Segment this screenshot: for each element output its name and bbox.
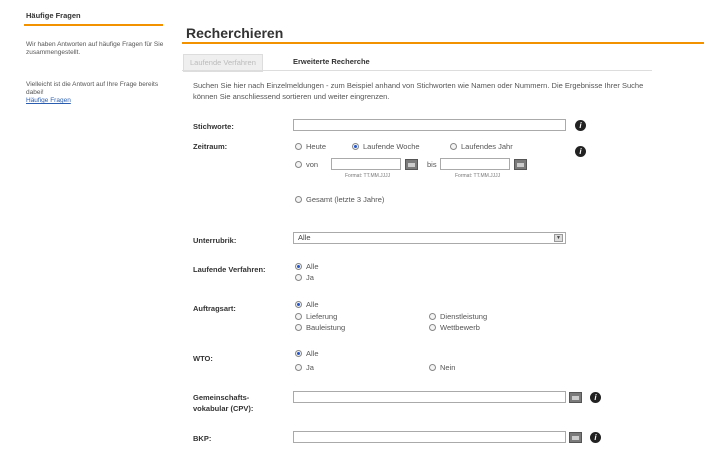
option-label: Alle xyxy=(306,300,319,309)
info-icon[interactable]: i xyxy=(575,146,586,157)
zeitraum-option-jahr[interactable]: Laufendes Jahr xyxy=(450,142,513,151)
bis-date-input[interactable] xyxy=(440,158,510,170)
radio-icon xyxy=(429,363,436,371)
info-icon[interactable]: i xyxy=(575,120,586,131)
zeitraum-option-heute[interactable]: Heute xyxy=(295,142,326,151)
option-label: Ja xyxy=(306,273,314,282)
bkp-label: BKP: xyxy=(193,434,212,443)
radio-icon xyxy=(295,323,302,331)
radio-icon xyxy=(450,142,457,150)
unterrubrik-select[interactable]: Alle ▼ xyxy=(293,232,566,244)
calendar-icon[interactable] xyxy=(405,159,418,170)
sidebar-title: Häufige Fragen xyxy=(26,11,81,20)
radio-selected-icon xyxy=(295,300,302,308)
cpv-picker-icon[interactable] xyxy=(569,392,582,403)
laufende-option-alle[interactable]: Alle xyxy=(295,262,319,271)
wto-option-ja[interactable]: Ja xyxy=(295,363,314,372)
option-label: Alle xyxy=(306,349,319,358)
option-label: Ja xyxy=(306,363,314,372)
radio-icon xyxy=(295,195,302,203)
radio-icon xyxy=(295,363,302,371)
zeitraum-option-gesamt[interactable]: Gesamt (letzte 3 Jahre) xyxy=(295,195,384,204)
page-title: Recherchieren xyxy=(186,25,284,41)
auftragsart-option-lieferung[interactable]: Lieferung xyxy=(295,312,337,321)
wto-option-nein[interactable]: Nein xyxy=(429,363,455,372)
info-icon[interactable]: i xyxy=(590,432,601,443)
tab-erweiterte-recherche[interactable]: Erweiterte Recherche xyxy=(287,54,376,70)
auftragsart-option-wettbewerb[interactable]: Wettbewerb xyxy=(429,323,480,332)
option-label: Alle xyxy=(306,262,319,271)
option-label: Lieferung xyxy=(306,312,338,321)
radio-icon xyxy=(295,312,302,320)
auftragsart-label: Auftragsart: xyxy=(193,304,236,313)
bkp-input[interactable] xyxy=(293,431,566,443)
sidebar-divider xyxy=(24,24,163,26)
option-label: Heute xyxy=(306,142,327,151)
zeitraum-label: Zeitraum: xyxy=(193,142,228,151)
unterrubrik-label: Unterrubrik: xyxy=(193,236,237,245)
bis-format-hint: Format: TT.MM.JJJJ xyxy=(455,173,501,179)
bkp-picker-icon[interactable] xyxy=(569,432,582,443)
option-label: Bauleistung xyxy=(306,323,346,332)
radio-icon xyxy=(429,323,436,331)
calendar-icon[interactable] xyxy=(514,159,527,170)
intro-text: Suchen Sie hier nach Einzelmeldungen - z… xyxy=(193,81,644,101)
radio-selected-icon xyxy=(295,262,302,270)
radio-selected-icon xyxy=(352,142,359,150)
cpv-input[interactable] xyxy=(293,391,566,403)
radio-icon xyxy=(295,142,302,150)
von-format-hint: Format: TT.MM.JJJJ xyxy=(345,173,391,179)
option-label: Laufendes Jahr xyxy=(461,142,513,151)
title-divider xyxy=(182,42,704,44)
select-value: Alle xyxy=(298,233,311,242)
stichworte-label: Stichworte: xyxy=(193,122,234,131)
radio-icon xyxy=(295,160,302,168)
zeitraum-option-woche[interactable]: Laufende Woche xyxy=(352,142,420,151)
wto-option-alle[interactable]: Alle xyxy=(295,349,319,358)
stichworte-input[interactable] xyxy=(293,119,566,131)
sidebar-text-1: Wir haben Antworten auf häufige Fragen f… xyxy=(26,41,164,56)
cpv-label-line1: Gemeinschafts- xyxy=(193,393,250,402)
auftragsart-option-bauleistung[interactable]: Bauleistung xyxy=(295,323,345,332)
bis-label: bis xyxy=(427,160,437,169)
auftragsart-option-alle[interactable]: Alle xyxy=(295,300,319,309)
tab-baseline xyxy=(182,70,652,71)
option-label: Nein xyxy=(440,363,456,372)
cpv-label-line2: vokabular (CPV): xyxy=(193,404,254,413)
info-icon[interactable]: i xyxy=(590,392,601,403)
faq-link[interactable]: Häufige Fragen xyxy=(26,97,71,104)
zeitraum-option-von[interactable]: von xyxy=(295,160,318,169)
radio-icon xyxy=(429,312,436,320)
option-label: Gesamt (letzte 3 Jahre) xyxy=(306,195,385,204)
option-label: Laufende Woche xyxy=(363,142,420,151)
laufende-option-ja[interactable]: Ja xyxy=(295,273,314,282)
radio-selected-icon xyxy=(295,349,302,357)
option-label: Wettbewerb xyxy=(440,323,480,332)
radio-icon xyxy=(295,273,302,281)
laufende-verfahren-label: Laufende Verfahren: xyxy=(193,265,266,274)
dropdown-arrow-icon: ▼ xyxy=(554,234,563,242)
wto-label: WTO: xyxy=(193,354,213,363)
sidebar-text-2: Vielleicht ist die Antwort auf Ihre Frag… xyxy=(26,81,159,96)
von-date-input[interactable] xyxy=(331,158,401,170)
option-label: Dienstleistung xyxy=(440,312,488,321)
option-label: von xyxy=(306,160,319,169)
auftragsart-option-dienstleistung[interactable]: Dienstleistung xyxy=(429,312,487,321)
